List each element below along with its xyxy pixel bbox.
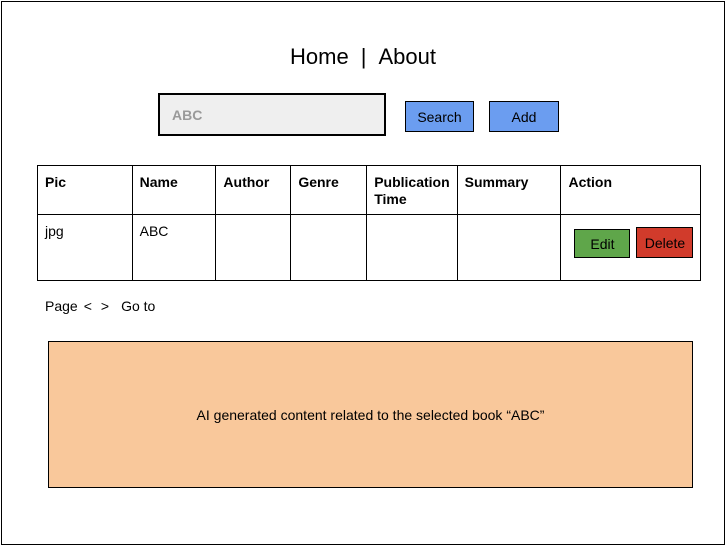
search-button[interactable]: Search bbox=[405, 101, 474, 132]
header-name: Name bbox=[131, 165, 217, 215]
goto-page-link[interactable]: Go to bbox=[121, 298, 155, 314]
search-input[interactable] bbox=[158, 93, 386, 136]
top-nav: Home | About bbox=[0, 43, 726, 71]
nav-home-link[interactable]: Home bbox=[290, 44, 349, 69]
next-page-button[interactable]: > bbox=[101, 298, 109, 314]
cell-actions: Edit Delete bbox=[560, 214, 701, 281]
books-table: Pic Name Author Genre Publication Time S… bbox=[37, 165, 701, 281]
table-header-row: Pic Name Author Genre Publication Time S… bbox=[37, 165, 701, 215]
cell-pic: jpg bbox=[37, 214, 133, 281]
page-label: Page bbox=[45, 298, 78, 314]
ai-content-panel: AI generated content related to the sele… bbox=[48, 341, 693, 488]
ai-content-text: AI generated content related to the sele… bbox=[196, 406, 545, 423]
header-publication-time: Publication Time bbox=[366, 165, 458, 215]
prev-page-button[interactable]: < bbox=[84, 298, 92, 314]
edit-button[interactable]: Edit bbox=[574, 229, 631, 258]
nav-separator: | bbox=[360, 44, 367, 69]
delete-button[interactable]: Delete bbox=[636, 227, 694, 258]
header-pic: Pic bbox=[37, 165, 133, 215]
table-row[interactable]: jpg ABC Edit Delete bbox=[37, 214, 701, 281]
header-summary: Summary bbox=[456, 165, 562, 215]
cell-name: ABC bbox=[131, 214, 217, 281]
header-action: Action bbox=[560, 165, 701, 215]
cell-summary bbox=[456, 214, 562, 281]
nav-about-link[interactable]: About bbox=[378, 44, 436, 69]
cell-genre bbox=[290, 214, 368, 281]
cell-author bbox=[215, 214, 292, 281]
header-author: Author bbox=[215, 165, 292, 215]
header-genre: Genre bbox=[290, 165, 368, 215]
cell-publication-time bbox=[366, 214, 458, 281]
add-button[interactable]: Add bbox=[489, 101, 559, 132]
pagination: Page < > Go to bbox=[45, 298, 155, 314]
